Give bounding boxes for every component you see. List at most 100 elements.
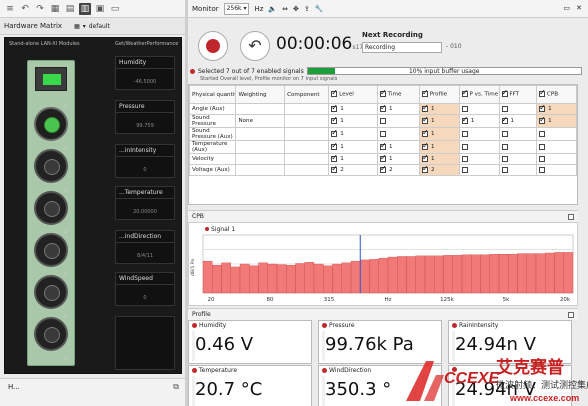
maximize-icon[interactable] bbox=[568, 214, 574, 220]
undo-record-button[interactable]: ↶ bbox=[240, 31, 270, 61]
cell-checkbox[interactable] bbox=[501, 105, 508, 112]
cell-checkbox[interactable] bbox=[331, 166, 338, 173]
table-cell-cpb[interactable]: 1 bbox=[536, 114, 577, 128]
channel-connector-5[interactable] bbox=[34, 275, 68, 309]
table-cell-lv[interactable]: 1 bbox=[328, 153, 378, 165]
table-cell-cpb[interactable]: 1 bbox=[536, 103, 577, 115]
table-cell-t[interactable]: 1 bbox=[376, 140, 420, 154]
menu-icon[interactable]: ≡ bbox=[4, 3, 16, 15]
table-header-cell[interactable]: P vs. Time bbox=[458, 85, 500, 104]
cell-checkbox[interactable] bbox=[461, 105, 468, 112]
table-cell-lv[interactable]: 1 bbox=[328, 103, 378, 115]
table-cell-p[interactable]: 1 bbox=[418, 114, 460, 128]
split-icon[interactable]: ▣ bbox=[94, 3, 106, 15]
cell-checkbox[interactable] bbox=[379, 117, 386, 124]
record-button[interactable] bbox=[198, 31, 228, 61]
column-checkbox[interactable] bbox=[379, 88, 387, 98]
sensor-rain-intensity[interactable]: ...inIntensity 0 bbox=[115, 144, 175, 178]
cell-checkbox[interactable] bbox=[331, 116, 338, 124]
cell-checkbox[interactable] bbox=[539, 105, 546, 112]
lan-xi-module[interactable] bbox=[27, 60, 75, 366]
cell-checkbox[interactable] bbox=[539, 116, 546, 124]
table-cell-t[interactable]: 1 bbox=[376, 153, 420, 165]
column-checkbox[interactable] bbox=[421, 88, 429, 98]
channel-connector-3[interactable] bbox=[34, 191, 68, 225]
column-checkbox[interactable] bbox=[539, 88, 546, 98]
table-cell-t[interactable] bbox=[376, 114, 420, 128]
column-checkbox[interactable] bbox=[461, 88, 468, 98]
cell-checkbox[interactable] bbox=[421, 166, 429, 173]
table-cell-p[interactable]: 1 bbox=[418, 140, 460, 154]
table-header-cell[interactable]: Time bbox=[376, 85, 420, 104]
table-header-cell[interactable]: FFT bbox=[498, 85, 538, 104]
cell-checkbox[interactable] bbox=[461, 155, 468, 162]
cell-checkbox[interactable] bbox=[461, 116, 468, 124]
table-cell-pt[interactable] bbox=[458, 164, 500, 176]
cell-checkbox[interactable] bbox=[501, 130, 508, 137]
column-checkbox[interactable] bbox=[501, 88, 508, 98]
cell-checkbox[interactable] bbox=[539, 166, 546, 173]
cell-checkbox[interactable] bbox=[461, 166, 468, 173]
cell-checkbox[interactable] bbox=[331, 155, 338, 162]
table-cell-pt[interactable] bbox=[458, 140, 500, 154]
cell-checkbox[interactable] bbox=[421, 116, 429, 124]
cell-checkbox[interactable] bbox=[331, 142, 338, 150]
table-cell-fft[interactable] bbox=[498, 140, 538, 154]
doc-icon[interactable]: ▭ bbox=[109, 3, 121, 15]
table-cell-cpb[interactable] bbox=[536, 140, 577, 154]
export-icon[interactable]: ⇪ bbox=[304, 5, 310, 13]
sensor-wind-direction[interactable]: ...indDirection 8/4/11 bbox=[115, 230, 175, 264]
cell-checkbox[interactable] bbox=[539, 143, 546, 150]
table-row[interactable]: Sound PressureNone 1 1 1 1 1 bbox=[188, 114, 577, 128]
table-cell-lv[interactable]: 1 bbox=[328, 127, 378, 141]
column-checkbox[interactable] bbox=[331, 88, 338, 98]
wrench-icon[interactable]: 🔧 bbox=[315, 5, 324, 13]
table-cell-fft[interactable] bbox=[498, 164, 538, 176]
table-cell-pt[interactable]: 1 bbox=[458, 114, 500, 128]
panel-active-icon[interactable]: ▥ bbox=[79, 2, 91, 15]
table-cell-pt[interactable] bbox=[458, 103, 500, 115]
table-header-cell[interactable]: Weighting bbox=[235, 85, 286, 104]
next-recording-input[interactable]: Recording bbox=[362, 42, 442, 53]
move-icon[interactable]: ✥ bbox=[293, 5, 299, 13]
profile-tile[interactable]: WindDirection 350.3 ° bbox=[318, 365, 442, 406]
cell-checkbox[interactable] bbox=[461, 130, 468, 137]
grid-icon[interactable]: ▦ bbox=[49, 3, 61, 15]
table-cell-lv[interactable]: 2 bbox=[328, 164, 378, 176]
undo-icon[interactable]: ↶ bbox=[19, 3, 31, 15]
cell-checkbox[interactable] bbox=[421, 129, 429, 137]
profile-tile[interactable]: Humidity 0.46 V bbox=[188, 320, 312, 364]
sensor-pressure[interactable]: Pressure 99.759 bbox=[115, 100, 175, 134]
cell-checkbox[interactable] bbox=[501, 143, 508, 150]
close-icon[interactable]: ✕ bbox=[576, 4, 582, 12]
cell-checkbox[interactable] bbox=[379, 142, 387, 150]
cell-checkbox[interactable] bbox=[501, 166, 508, 173]
cell-checkbox[interactable] bbox=[379, 166, 387, 173]
table-row[interactable]: Temperature (Aux) 1 1 1 bbox=[188, 140, 577, 154]
cpb-chart[interactable]: Signal 1 dB/1 Pa 20 80 315 Hz 125k 5k 20k bbox=[189, 223, 577, 305]
cell-checkbox[interactable] bbox=[501, 155, 508, 162]
table-header-cell[interactable]: Profile bbox=[418, 85, 460, 104]
cell-checkbox[interactable] bbox=[331, 105, 338, 112]
profile-tile[interactable]: Temperature 20.7 °C bbox=[188, 365, 312, 406]
sensor-humidity[interactable]: Humidity -46.5000 bbox=[115, 56, 175, 90]
table-cell-fft[interactable] bbox=[498, 153, 538, 165]
cell-checkbox[interactable] bbox=[379, 130, 386, 137]
table-header-cell[interactable]: Level bbox=[328, 85, 378, 104]
cell-checkbox[interactable] bbox=[421, 142, 429, 150]
cell-checkbox[interactable] bbox=[539, 130, 546, 137]
table-cell-fft[interactable] bbox=[498, 103, 538, 115]
table-cell-pt[interactable] bbox=[458, 127, 500, 141]
table-cell-cpb[interactable] bbox=[536, 127, 577, 141]
cell-checkbox[interactable] bbox=[501, 116, 508, 124]
table-cell-t[interactable]: 2 bbox=[376, 164, 420, 176]
cell-checkbox[interactable] bbox=[379, 105, 387, 112]
table-cell-t[interactable]: 1 bbox=[376, 103, 420, 115]
channel-connector-2[interactable] bbox=[34, 149, 68, 183]
table-cell-p[interactable]: 1 bbox=[418, 127, 460, 141]
table-cell-cpb[interactable] bbox=[536, 164, 577, 176]
table-cell-cpb[interactable] bbox=[536, 153, 577, 165]
profile-tile[interactable]: RainIntensity 24.94n V bbox=[448, 320, 572, 364]
table-cell-p[interactable]: 1 bbox=[418, 103, 460, 115]
resize-icon[interactable]: ⇔ bbox=[282, 5, 288, 13]
